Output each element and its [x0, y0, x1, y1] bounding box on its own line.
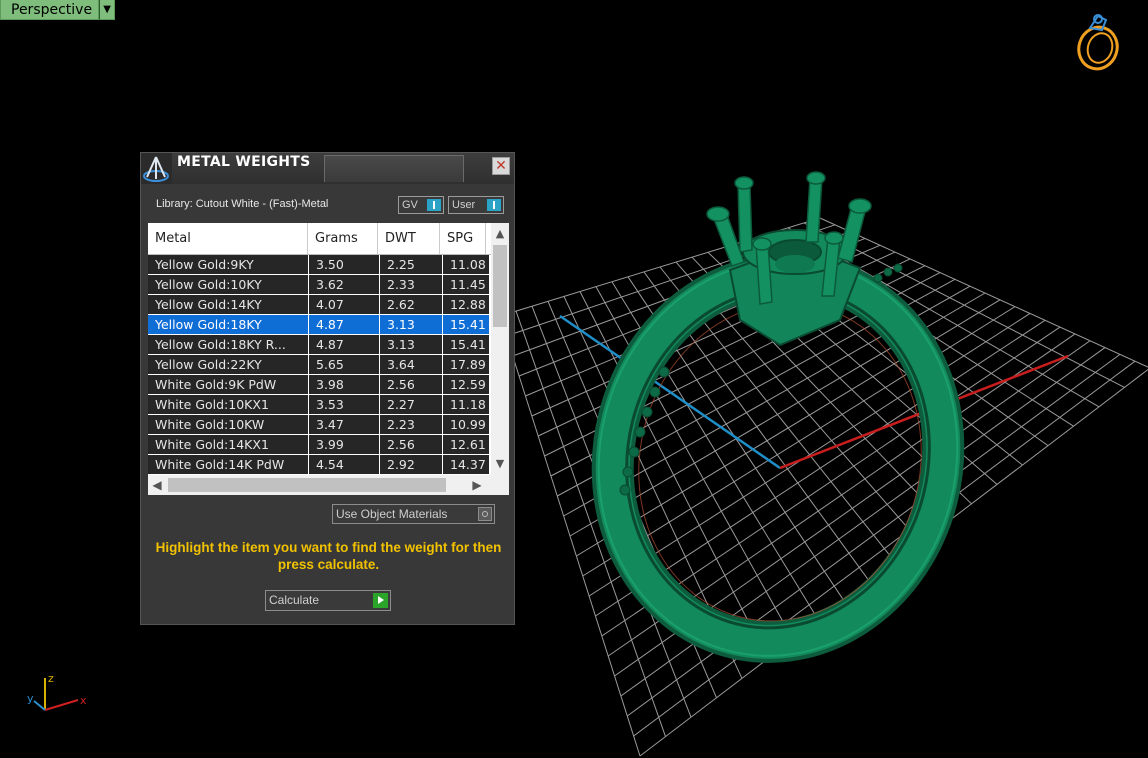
radio-icon[interactable] — [478, 507, 492, 521]
metal-weights-dialog: METAL WEIGHTS ✕ Library: Cutout White - … — [140, 152, 515, 625]
cell-metal: Yellow Gold:18KY — [148, 315, 308, 334]
calculate-button[interactable]: Calculate — [265, 590, 391, 611]
table-row[interactable]: White Gold:14K PdW 4.54 2.92 14.37 — [148, 455, 491, 475]
cell-metal: White Gold:14K PdW — [148, 455, 308, 474]
dialog-title: METAL WEIGHTS — [177, 154, 311, 170]
play-icon — [373, 593, 388, 608]
calculate-label: Calculate — [269, 593, 320, 607]
table-header: Metal Grams DWT SPG — [148, 223, 491, 255]
close-icon[interactable]: ✕ — [492, 157, 510, 175]
cell-dwt: 2.25 — [380, 255, 442, 274]
instruction-text: Highlight the item you want to find the … — [155, 540, 502, 572]
horizontal-scrollbar[interactable]: ◀ ▶ — [148, 475, 491, 495]
cell-grams: 5.65 — [309, 355, 379, 374]
cell-grams: 3.53 — [309, 395, 379, 414]
ring-orientation-icon[interactable] — [1070, 8, 1126, 72]
table-row[interactable]: White Gold:10KX1 3.53 2.27 11.18 — [148, 395, 491, 415]
scroll-down-icon[interactable]: ▼ — [491, 455, 509, 473]
cell-metal: Yellow Gold:10KY — [148, 275, 308, 294]
scrollbar-corner — [491, 475, 509, 495]
cell-grams: 4.87 — [309, 335, 379, 354]
cell-spg: 15.41 — [443, 315, 489, 334]
cell-spg: 10.99 — [443, 415, 489, 434]
cell-grams: 4.87 — [309, 315, 379, 334]
cell-metal: Yellow Gold:18KY R... — [148, 335, 308, 354]
use-object-materials-label: Use Object Materials — [336, 507, 448, 521]
cell-metal: White Gold:14KX1 — [148, 435, 308, 454]
scroll-left-icon[interactable]: ◀ — [148, 475, 166, 495]
cell-spg: 11.18 — [443, 395, 489, 414]
axis-tripod-icon: z x y — [27, 672, 87, 711]
cell-dwt: 2.92 — [380, 455, 442, 474]
vertical-scrollbar[interactable]: ▲ ▼ — [491, 223, 509, 475]
column-header-metal[interactable]: Metal — [148, 223, 308, 254]
table-row[interactable]: White Gold:10KW 3.47 2.23 10.99 — [148, 415, 491, 435]
cell-grams: 4.54 — [309, 455, 379, 474]
column-header-spg[interactable]: SPG — [440, 223, 486, 254]
gv-toggle[interactable]: GV — [398, 196, 444, 214]
cell-spg: 12.88 — [443, 295, 489, 314]
cell-grams: 4.07 — [309, 295, 379, 314]
scroll-up-icon[interactable]: ▲ — [491, 225, 509, 243]
cell-spg: 17.89 — [443, 355, 489, 374]
toggle-switch-icon — [487, 199, 501, 211]
cell-spg: 14.37 — [443, 455, 489, 474]
cell-grams: 3.98 — [309, 375, 379, 394]
cell-grams: 3.99 — [309, 435, 379, 454]
cell-spg: 15.41 — [443, 335, 489, 354]
cell-dwt: 3.13 — [380, 315, 442, 334]
cell-dwt: 2.23 — [380, 415, 442, 434]
user-toggle[interactable]: User — [448, 196, 504, 214]
column-header-dwt[interactable]: DWT — [378, 223, 440, 254]
cell-spg: 12.61 — [443, 435, 489, 454]
metal-table: Metal Grams DWT SPG Yellow Gold:9KY 3.50 2… — [148, 223, 509, 495]
title-tab — [324, 155, 464, 182]
cell-spg: 12.59 — [443, 375, 489, 394]
table-row[interactable]: Yellow Gold:10KY 3.62 2.33 11.45 — [148, 275, 491, 295]
cell-dwt: 2.56 — [380, 375, 442, 394]
triangle-down-icon[interactable]: ▼ — [99, 0, 116, 20]
cell-metal: White Gold:10KW — [148, 415, 308, 434]
axis-y-label: y — [27, 692, 34, 705]
column-header-grams[interactable]: Grams — [308, 223, 378, 254]
table-body: Yellow Gold:9KY 3.50 2.25 11.08 Yellow Gold:… — [148, 255, 491, 475]
use-object-materials-option[interactable]: Use Object Materials — [332, 504, 495, 524]
table-row[interactable]: Yellow Gold:22KY 5.65 3.64 17.89 — [148, 355, 491, 375]
cell-dwt: 3.13 — [380, 335, 442, 354]
gv-toggle-label: GV — [402, 199, 418, 211]
axis-x-label: x — [80, 694, 87, 707]
user-toggle-label: User — [452, 199, 476, 211]
cell-dwt: 2.27 — [380, 395, 442, 414]
table-row[interactable]: White Gold:9K PdW 3.98 2.56 12.59 — [148, 375, 491, 395]
table-row[interactable]: White Gold:14KX1 3.99 2.56 12.61 — [148, 435, 491, 455]
cell-metal: Yellow Gold:9KY — [148, 255, 308, 274]
table-row[interactable]: Yellow Gold:18KY R... 4.87 3.13 15.41 — [148, 335, 491, 355]
cell-grams: 3.50 — [309, 255, 379, 274]
cell-dwt: 3.64 — [380, 355, 442, 374]
table-row[interactable]: Yellow Gold:9KY 3.50 2.25 11.08 — [148, 255, 491, 275]
cell-spg: 11.45 — [443, 275, 489, 294]
viewport-label[interactable]: Perspective ▼ — [0, 0, 116, 20]
cell-metal: Yellow Gold:14KY — [148, 295, 308, 314]
horizontal-scroll-thumb[interactable] — [168, 478, 446, 492]
cell-dwt: 2.62 — [380, 295, 442, 314]
cell-dwt: 2.56 — [380, 435, 442, 454]
viewport-name[interactable]: Perspective — [0, 0, 100, 20]
table-row[interactable]: Yellow Gold:14KY 4.07 2.62 12.88 — [148, 295, 491, 315]
dialog-title-bar[interactable]: METAL WEIGHTS ✕ — [141, 153, 514, 184]
scroll-right-icon[interactable]: ▶ — [468, 475, 486, 495]
cell-spg: 11.08 — [443, 255, 489, 274]
cell-dwt: 2.33 — [380, 275, 442, 294]
table-row[interactable]: Yellow Gold:18KY 4.87 3.13 15.41 — [148, 315, 491, 335]
axis-z-label: z — [48, 672, 54, 685]
library-label: Library: Cutout White - (Fast)-Metal — [156, 198, 329, 210]
app-logo-icon — [141, 153, 172, 184]
cell-metal: Yellow Gold:22KY — [148, 355, 308, 374]
cell-grams: 3.47 — [309, 415, 379, 434]
cell-metal: White Gold:10KX1 — [148, 395, 308, 414]
vertical-scroll-thumb[interactable] — [493, 245, 507, 327]
cell-grams: 3.62 — [309, 275, 379, 294]
toggle-switch-icon — [427, 199, 441, 211]
cell-metal: White Gold:9K PdW — [148, 375, 308, 394]
